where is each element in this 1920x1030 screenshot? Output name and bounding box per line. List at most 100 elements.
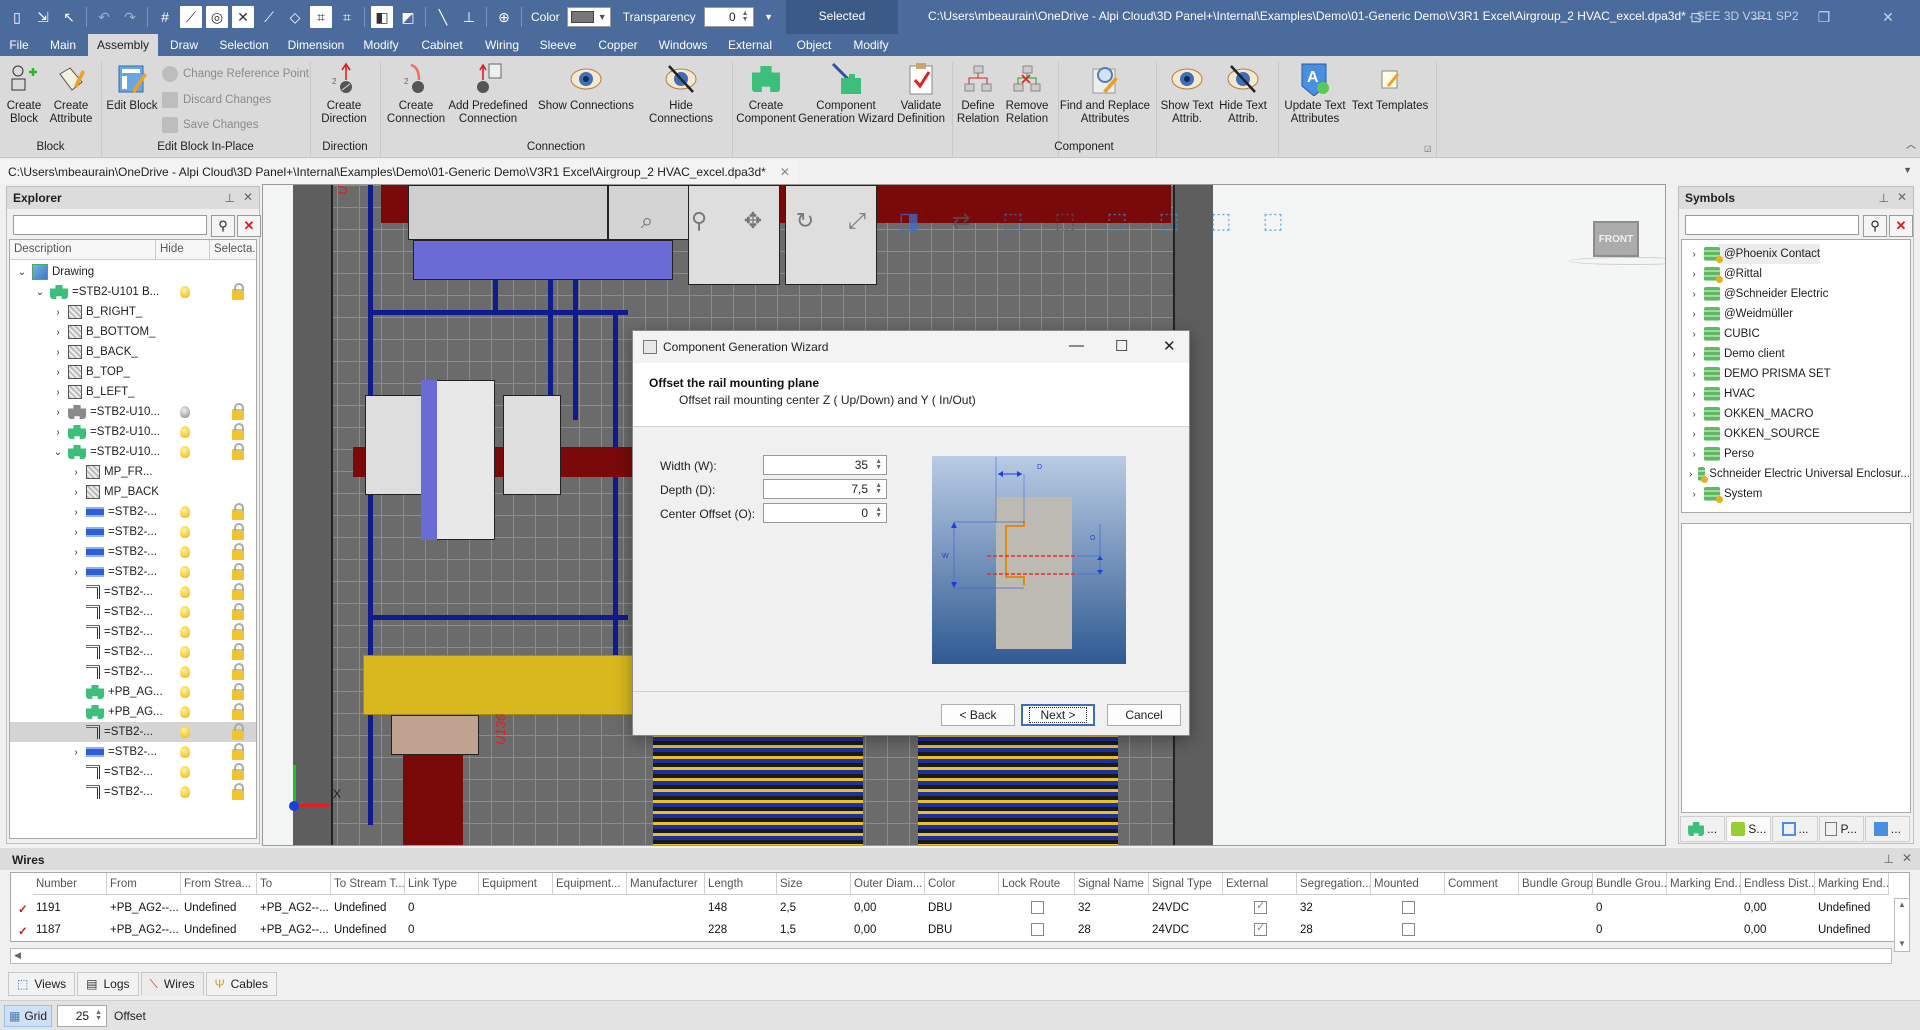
scroll-down-icon[interactable]: ▼ [1898, 939, 1906, 948]
transparency-spinner[interactable]: 0 ▲ ▼ [703, 7, 754, 27]
tree-row[interactable]: =STB2-... [10, 722, 256, 742]
undo-icon[interactable]: ↶ [93, 6, 115, 28]
lock-icon[interactable] [232, 783, 244, 800]
move-view-icon[interactable]: ⇄ [947, 207, 975, 235]
tab-components[interactable]: ... [1680, 816, 1726, 842]
tab-selection[interactable]: Selection [210, 34, 278, 56]
wire-cell-length[interactable]: 148 [705, 897, 730, 919]
wire-cell-equipment2[interactable] [553, 919, 559, 941]
line-icon[interactable]: ╲ [432, 6, 454, 28]
column-header[interactable]: Outer Diam... [851, 873, 925, 895]
column-header[interactable]: Number [33, 873, 107, 895]
tab-sleeve[interactable]: Sleeve [528, 34, 588, 56]
bulb-icon[interactable] [180, 286, 190, 298]
symbol-library-item[interactable]: › Perso [1682, 444, 1910, 464]
tree-row[interactable]: =STB2-... [10, 602, 256, 622]
tab-wiring[interactable]: Wiring [476, 34, 528, 56]
restore-ribbon-icon[interactable]: ⊡ [1664, 0, 1728, 34]
grid-size-spinner[interactable]: 25 ▲ ▼ [57, 1005, 107, 1027]
wire-cell-outer-diam[interactable]: 0,00 [851, 919, 879, 941]
origin-snap-icon[interactable]: ⌗ [310, 6, 332, 28]
bulb-icon[interactable] [180, 746, 190, 758]
hide-text-attributes-button[interactable]: Hide Text Attrib. [1216, 62, 1270, 126]
tab-copper[interactable]: Copper [588, 34, 648, 56]
tab-dimension[interactable]: Dimension [278, 34, 354, 56]
chevron-right-icon[interactable]: › [1688, 409, 1700, 420]
column-header-hide[interactable]: Hide [156, 240, 210, 260]
wire-cell-marking-end[interactable] [1667, 897, 1673, 919]
lock-icon[interactable] [232, 763, 244, 780]
bulb-icon[interactable] [180, 406, 190, 418]
tree-row[interactable]: › =STB2-... [10, 742, 256, 762]
chevron-right-icon[interactable]: › [70, 547, 82, 558]
column-header[interactable]: To [257, 873, 331, 895]
quadrant-snap-icon[interactable]: ◇ [284, 6, 306, 28]
bulb-icon[interactable] [180, 646, 190, 658]
wire-cell-bundle-group2[interactable]: 0 [1593, 897, 1605, 919]
edit-block-button[interactable]: Edit Block [106, 62, 158, 113]
close-tab-icon[interactable]: ✕ [780, 165, 790, 179]
center-offset-spinner[interactable]: 0 ▲ ▼ [763, 503, 887, 523]
column-header[interactable]: Bundle Grou... [1593, 873, 1667, 895]
wire-cell-manufacturer[interactable] [627, 919, 633, 941]
lock-icon[interactable] [232, 623, 244, 640]
mounted-checkbox[interactable] [1402, 901, 1415, 914]
column-header-selectable[interactable]: Selecta... [210, 240, 256, 260]
pin-icon[interactable]: ⊥ [1884, 852, 1894, 866]
wire-cell-color[interactable]: DBU [925, 919, 955, 941]
column-header[interactable]: Marking End... [1667, 873, 1741, 895]
back-button[interactable]: < Back [941, 704, 1015, 726]
bulb-icon[interactable] [180, 666, 190, 678]
tab-cables[interactable]: Ψ Cables [205, 972, 277, 996]
scroll-left-icon[interactable]: ◀ [14, 950, 21, 961]
lock-icon[interactable] [232, 603, 244, 620]
wire-cell-endless-dist[interactable]: 0,00 [1741, 919, 1769, 941]
wire-cell-comment[interactable] [1445, 919, 1451, 941]
chevron-right-icon[interactable]: › [1688, 369, 1700, 380]
maximize-icon[interactable]: ☐ [1115, 337, 1128, 355]
pin-icon[interactable]: ⊥ [1879, 191, 1889, 205]
update-text-attributes-button[interactable]: A Update Text Attributes [1282, 62, 1348, 126]
discard-changes-button[interactable]: Discard Changes [162, 92, 271, 108]
column-header[interactable]: Manufacturer [627, 873, 705, 895]
close-icon[interactable]: ✕ [1163, 337, 1176, 355]
wire-cell-manufacturer[interactable] [627, 897, 633, 919]
wire-cell-to[interactable]: +PB_AG2--... [257, 919, 332, 941]
tree-row[interactable]: › =STB2-U10... [10, 402, 256, 422]
change-reference-point-button[interactable]: Change Reference Point [162, 66, 309, 82]
chevron-down-icon[interactable]: ⌄ [34, 287, 46, 298]
chevron-right-icon[interactable]: › [1688, 269, 1700, 280]
close-icon[interactable]: ✕ [243, 190, 253, 204]
depth-spinner[interactable]: 7,5 ▲ ▼ [763, 479, 887, 499]
column-header[interactable]: Mounted [1371, 873, 1445, 895]
tree-row[interactable]: =STB2-... [10, 582, 256, 602]
bulb-icon[interactable] [180, 606, 190, 618]
lock-icon[interactable] [232, 723, 244, 740]
create-block-button[interactable]: Create Block [6, 62, 42, 126]
column-header[interactable]: Equipment [479, 873, 553, 895]
relative-snap-icon[interactable]: ⌗ [336, 6, 358, 28]
remove-relation-button[interactable]: Remove Relation [1004, 62, 1050, 126]
lock-icon[interactable] [232, 403, 244, 420]
bulb-icon[interactable] [180, 446, 190, 458]
maximize-icon[interactable]: ❐ [1792, 0, 1856, 34]
app-icon[interactable]: ▯ [6, 6, 28, 28]
tree-row[interactable]: › =STB2-U10... [10, 422, 256, 442]
wire-cell-size[interactable]: 2,5 [777, 897, 799, 919]
magnet-icon[interactable]: ◧ [371, 6, 393, 28]
column-header[interactable]: Endless Dist... [1741, 873, 1815, 895]
wire-cell-equipment[interactable] [479, 897, 485, 919]
bulb-icon[interactable] [180, 706, 190, 718]
chevron-right-icon[interactable]: › [1688, 429, 1700, 440]
tab-file[interactable]: File [0, 34, 38, 56]
scroll-up-icon[interactable]: ▲ [1898, 900, 1906, 909]
width-spinner[interactable]: 35 ▲ ▼ [763, 455, 887, 475]
bulb-icon[interactable] [180, 586, 190, 598]
column-header[interactable]: Link Type [405, 873, 479, 895]
column-header[interactable]: Signal Type [1149, 873, 1223, 895]
spinner-arrows-icon[interactable]: ▲ ▼ [875, 458, 882, 471]
customize-qat-icon[interactable]: ▼ [758, 6, 780, 28]
wire-cell-to-stream[interactable]: Undefined [331, 919, 389, 941]
view-bottom-icon[interactable]: ⬚ [1259, 207, 1287, 235]
tab-modify[interactable]: Modify [354, 34, 408, 56]
